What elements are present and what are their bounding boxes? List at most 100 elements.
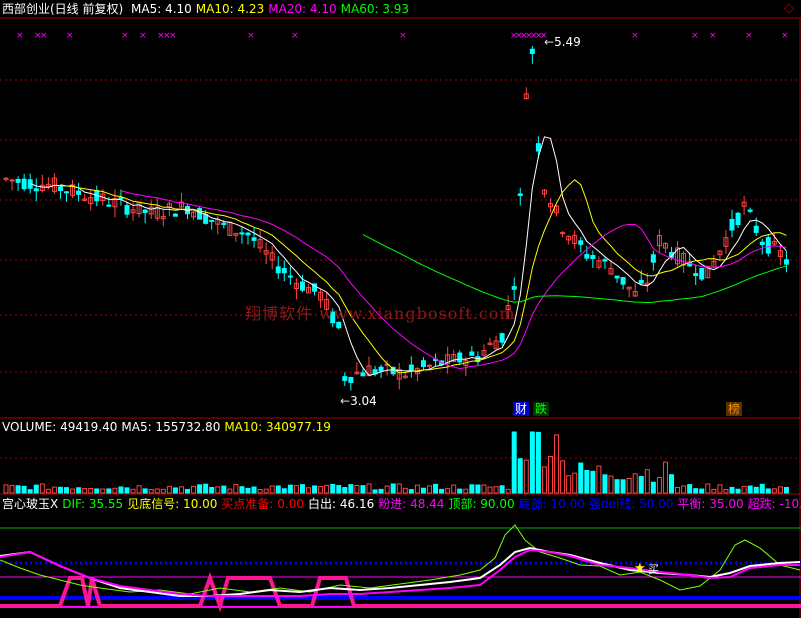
volume-bar-83 [505, 488, 511, 494]
volume-bar-46 [281, 488, 287, 494]
volume-bar-116 [705, 483, 711, 494]
volume-bar-74 [451, 484, 457, 494]
price-candle-114 [693, 273, 699, 277]
price-candle-57 [348, 376, 354, 383]
volume-bar-108 [656, 476, 662, 494]
stock-title: 西部创业(日线 前复权) [2, 2, 124, 16]
volume-bar-128 [777, 486, 783, 494]
volume-bar-114 [693, 488, 699, 494]
volume-bar-45 [275, 485, 281, 494]
price-candle-96 [584, 254, 590, 259]
signal-cross-10: × [291, 31, 299, 41]
price-candle-107 [650, 254, 656, 263]
volume-bar-85 [517, 458, 523, 494]
volume-bar-101 [614, 479, 620, 494]
volume-value-1: MA5: 155732.80 [121, 420, 221, 434]
volume-bar-127 [771, 488, 777, 494]
dif-line [0, 524, 801, 595]
volume-bar-100 [608, 475, 614, 494]
volume-bar-75 [457, 488, 463, 494]
price-candle-84 [511, 286, 517, 290]
indicator-value-3: 买点准备: 0.00 [221, 497, 304, 511]
price-candle-129 [783, 259, 789, 265]
price-candle-5 [33, 188, 39, 192]
volume-bar-89 [541, 466, 547, 494]
signal-cross-8: × [169, 31, 177, 41]
volume-bar-69 [420, 487, 426, 494]
indicator-value-8: 强del线: 50.00 [588, 497, 674, 511]
volume-bar-60 [366, 483, 372, 494]
volume-bar-103 [626, 477, 632, 494]
price-legend: 西部创业(日线 前复权) MA5: 4.10 MA10: 4.23 MA20: 4.… [2, 2, 417, 16]
volume-legend: VOLUME: 49419.40 MA5: 155732.80 MA10: 3409… [2, 420, 339, 434]
volume-bar-67 [408, 489, 414, 494]
volume-bar-126 [765, 488, 771, 494]
signal-cross-9: × [247, 31, 255, 41]
signal-marker-0: 财 [513, 402, 530, 416]
volume-bar-52 [318, 485, 324, 494]
indicator-value-4: 白出: 46.16 [308, 497, 375, 511]
price-candle-95 [578, 240, 584, 245]
volume-bar-81 [493, 486, 499, 494]
high-price-label: ←5.49 [544, 35, 581, 49]
volume-bar-95 [578, 462, 584, 494]
pink-in-line [0, 548, 800, 597]
volume-bar-80 [487, 486, 493, 494]
volume-bar-40 [245, 487, 251, 494]
volume-bar-87 [529, 431, 535, 494]
price-candle-49 [299, 281, 305, 291]
volume-bar-129 [783, 486, 789, 494]
volume-bar-64 [390, 483, 396, 494]
volume-bar-11 [70, 488, 76, 494]
price-candle-19 [118, 197, 124, 200]
price-candle-2 [15, 178, 21, 183]
signal-cross-22: × [745, 31, 753, 41]
volume-bar-58 [354, 485, 360, 494]
price-candle-28 [172, 213, 178, 217]
ma-value-1: MA10: 4.23 [195, 2, 265, 16]
indicator-value-2: 见底信号: 10.00 [127, 497, 218, 511]
signal-cross-21: × [709, 31, 717, 41]
indicator-value-0: 宫心玻玉X [2, 497, 59, 511]
volume-bar-77 [469, 484, 475, 494]
volume-bar-50 [306, 487, 311, 494]
volume-bar-55 [336, 485, 342, 494]
signal-marker-2: 榜 [726, 402, 743, 416]
volume-bar-18 [112, 487, 118, 494]
volume-bar-98 [596, 465, 602, 494]
volume-bar-117 [711, 488, 717, 494]
volume-bar-93 [566, 475, 572, 494]
chart-window: { "header": { "title": "西部创业(日线 前复权)", "… [0, 0, 801, 618]
price-candle-45 [275, 266, 281, 274]
volume-value-0: VOLUME: 49419.40 [2, 420, 118, 434]
volume-bar-4 [27, 489, 33, 494]
price-candle-115 [699, 267, 705, 280]
volume-bar-61 [372, 489, 378, 494]
volume-bar-106 [644, 469, 650, 494]
price-candle-88 [535, 143, 541, 152]
volume-bar-20 [124, 487, 130, 494]
volume-bar-104 [632, 473, 638, 494]
volume-bar-110 [669, 474, 674, 494]
price-candle-9 [57, 186, 63, 191]
signal-marker-1: 跌 [533, 402, 550, 416]
volume-bar-84 [511, 431, 517, 494]
price-candle-36 [221, 222, 227, 226]
price-candle-124 [753, 225, 759, 233]
volume-bar-76 [463, 488, 469, 494]
volume-bar-66 [402, 487, 408, 494]
volume-bar-54 [330, 483, 336, 494]
volume-bar-51 [312, 485, 318, 494]
signal-cross-20: × [691, 31, 699, 41]
indicator-value-9: 平衡: 35.00 [677, 497, 744, 511]
volume-bar-118 [717, 484, 723, 494]
volume-bar-30 [185, 488, 190, 494]
volume-bar-73 [445, 488, 451, 494]
expand-icon[interactable]: ◇ [784, 2, 794, 16]
price-candle-33 [203, 214, 209, 224]
volume-bar-47 [287, 484, 293, 494]
indicator-value-7: 底部: 10.00 [518, 497, 585, 511]
volume-bar-22 [136, 485, 142, 494]
volume-bar-63 [384, 485, 390, 494]
price-candle-126 [765, 237, 771, 254]
